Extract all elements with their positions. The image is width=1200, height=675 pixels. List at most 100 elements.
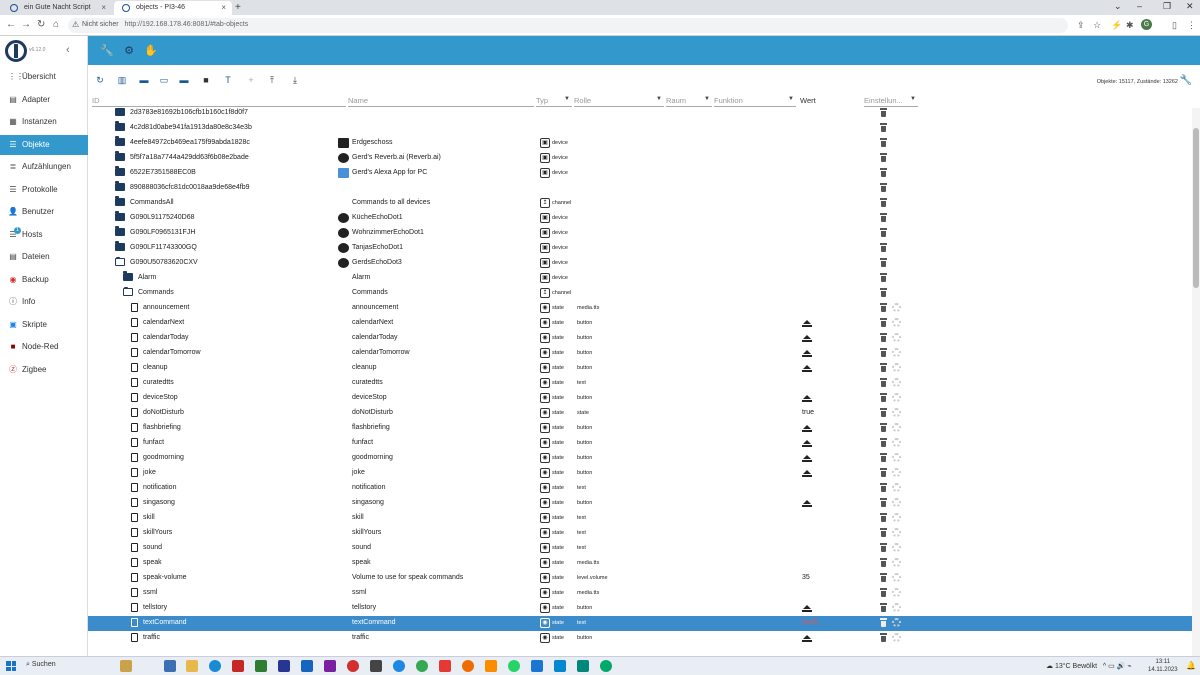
- upload-icon[interactable]: ⤒: [267, 75, 277, 85]
- table-row[interactable]: 6522E7351588EC0B Gerd's Alexa App for PC ▣…: [88, 166, 1192, 181]
- push-button-icon[interactable]: [802, 350, 812, 357]
- type-filter[interactable]: Typ ▼: [536, 93, 572, 107]
- tab-search-icon[interactable]: ⌄: [1114, 1, 1122, 12]
- weather-widget[interactable]: ☁ 13°C Bewölkt ^ ▭ 🔊 ⌁: [1046, 662, 1132, 670]
- state-file-icon[interactable]: [131, 453, 138, 462]
- push-button-icon[interactable]: [802, 320, 812, 327]
- table-row[interactable]: announcement announcement ◉ state media.tts: [88, 301, 1192, 316]
- hand-icon[interactable]: ✋: [144, 44, 158, 58]
- table-row[interactable]: doNotDisturb doNotDisturb ◉ state state true: [88, 406, 1192, 421]
- custom-settings-icon[interactable]: [892, 393, 901, 402]
- custom-settings-icon[interactable]: [892, 498, 901, 507]
- folder-open-icon[interactable]: [115, 257, 125, 266]
- push-button-icon[interactable]: [802, 365, 812, 372]
- sidebar-item-info[interactable]: ⓘ Info: [0, 292, 88, 312]
- delete-icon[interactable]: [880, 468, 887, 477]
- id-filter[interactable]: ID: [92, 93, 346, 107]
- notifications-icon[interactable]: 🔔: [1186, 661, 1196, 670]
- taskbar-clock[interactable]: 13:11 14.11.2023: [1148, 658, 1178, 674]
- custom-settings-icon[interactable]: [892, 603, 901, 612]
- table-row[interactable]: CommandsAll Commands to all devices ↥ chann…: [88, 196, 1192, 211]
- delete-icon[interactable]: [880, 498, 887, 507]
- push-button-icon[interactable]: [802, 455, 812, 462]
- table-row[interactable]: skill skill ◉ state text: [88, 511, 1192, 526]
- table-row[interactable]: ssml ssml ◉ state media.tts: [88, 586, 1192, 601]
- push-button-icon[interactable]: [802, 425, 812, 432]
- edge-icon[interactable]: [209, 660, 221, 672]
- state-file-icon[interactable]: [131, 573, 138, 582]
- delete-icon[interactable]: [880, 423, 887, 432]
- state-file-icon[interactable]: [131, 498, 138, 507]
- custom-settings-icon[interactable]: [892, 333, 901, 342]
- add-icon[interactable]: +: [246, 75, 256, 85]
- push-button-icon[interactable]: [802, 470, 812, 477]
- folder-icon[interactable]: ▬: [179, 75, 189, 85]
- delete-icon[interactable]: [880, 543, 887, 552]
- custom-settings-icon[interactable]: [892, 528, 901, 537]
- state-file-icon[interactable]: [131, 528, 138, 537]
- state-file-icon[interactable]: [131, 468, 138, 477]
- delete-icon[interactable]: [880, 303, 887, 312]
- taskbar-app-icon[interactable]: [324, 660, 336, 672]
- windows-start-icon[interactable]: [6, 661, 16, 671]
- custom-settings-icon[interactable]: [892, 573, 901, 582]
- custom-settings-icon[interactable]: [892, 483, 901, 492]
- wrench-icon[interactable]: 🔧: [100, 44, 114, 58]
- wrench-icon[interactable]: 🔧: [1180, 75, 1192, 86]
- custom-settings-icon[interactable]: [892, 378, 901, 387]
- table-row[interactable]: 890888036cfc81dc0018aa9de68e4fb9: [88, 181, 1192, 196]
- delete-icon[interactable]: [880, 558, 887, 567]
- delete-icon[interactable]: [880, 408, 887, 417]
- delete-icon[interactable]: [880, 258, 887, 267]
- custom-settings-icon[interactable]: [892, 348, 901, 357]
- maximize-button[interactable]: ❐: [1163, 1, 1171, 12]
- sidebar-item-dateien[interactable]: ▤ Dateien: [0, 247, 88, 267]
- folder-icon[interactable]: [115, 241, 125, 251]
- delete-icon[interactable]: [880, 513, 887, 522]
- sidebar-item-instanzen[interactable]: ▦ Instanzen: [0, 112, 88, 132]
- home-icon[interactable]: ⌂: [53, 19, 59, 30]
- folder-icon[interactable]: [115, 181, 125, 191]
- custom-settings-icon[interactable]: [892, 543, 901, 552]
- text-mode-icon[interactable]: T: [223, 75, 233, 85]
- state-file-icon[interactable]: [131, 423, 138, 432]
- sidebar-item-übersicht[interactable]: ⋮⋮ Übersicht: [0, 67, 88, 87]
- custom-settings-icon[interactable]: [892, 423, 901, 432]
- settings-filter[interactable]: Einstellun... ▼: [864, 93, 918, 107]
- delete-icon[interactable]: [880, 123, 887, 132]
- delete-icon[interactable]: [880, 333, 887, 342]
- table-row[interactable]: funfact funfact ◉ state button: [88, 436, 1192, 451]
- taskbar-app-icon[interactable]: [600, 660, 612, 672]
- close-tab-icon[interactable]: ×: [221, 3, 226, 12]
- folder-expand-icon[interactable]: ▭: [159, 75, 169, 85]
- state-file-icon[interactable]: [131, 303, 138, 312]
- push-button-icon[interactable]: [802, 500, 812, 507]
- delete-icon[interactable]: [880, 438, 887, 447]
- delete-icon[interactable]: [880, 213, 887, 222]
- sidebar-item-benutzer[interactable]: 👤 Benutzer: [0, 202, 88, 222]
- taskbar-app-icon[interactable]: [485, 660, 497, 672]
- custom-settings-icon[interactable]: [892, 513, 901, 522]
- object-value[interactable]: true: [802, 409, 814, 416]
- browser-menu-icon[interactable]: ⋮: [1187, 20, 1196, 31]
- delete-icon[interactable]: [880, 168, 887, 177]
- delete-icon[interactable]: [880, 603, 887, 612]
- folder-icon[interactable]: [115, 136, 125, 146]
- custom-settings-icon[interactable]: [892, 468, 901, 477]
- delete-icon[interactable]: [880, 633, 887, 642]
- delete-icon[interactable]: [880, 243, 887, 252]
- sidebar-item-hosts[interactable]: ☰ 1 Hosts: [0, 225, 88, 245]
- vertical-scrollbar[interactable]: [1192, 108, 1200, 656]
- function-filter[interactable]: Funktion ▼: [714, 93, 796, 107]
- profile-avatar[interactable]: G: [1141, 19, 1152, 30]
- state-file-icon[interactable]: [131, 318, 138, 327]
- table-row[interactable]: textCommand textCommand ◉ state text (null): [88, 616, 1192, 631]
- name-filter[interactable]: Name: [348, 93, 534, 107]
- state-file-icon[interactable]: [131, 393, 138, 402]
- firefox-icon[interactable]: [462, 660, 474, 672]
- push-button-icon[interactable]: [802, 335, 812, 342]
- delete-icon[interactable]: [880, 108, 887, 117]
- state-file-icon[interactable]: [131, 513, 138, 522]
- table-row[interactable]: curatedtts curatedtts ◉ state text: [88, 376, 1192, 391]
- taskbar-app-icon[interactable]: [278, 660, 290, 672]
